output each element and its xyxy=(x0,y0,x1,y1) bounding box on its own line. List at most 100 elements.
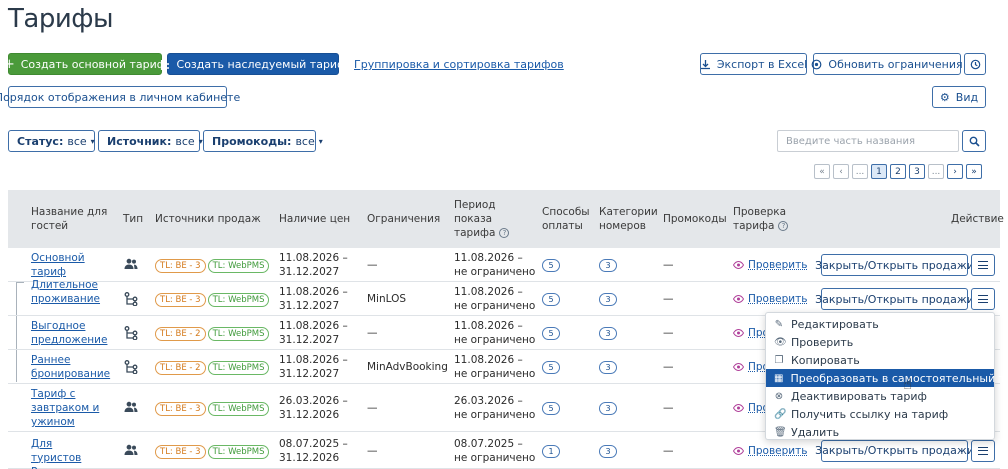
eye-icon: 👁 xyxy=(774,337,784,348)
col-check: Проверка тарифа? xyxy=(733,205,803,233)
prices-cell: 11.08.2026 – 31.12.2027 xyxy=(279,251,348,279)
prices-cell: 11.08.2026 – 31.12.2027 xyxy=(279,285,348,313)
promo-cell: — xyxy=(663,258,674,272)
toggle-sales-button[interactable]: Закрыть/Открыть продажи xyxy=(821,440,968,462)
check-tariff-link[interactable]: Про xyxy=(733,326,769,340)
refresh-limits-button[interactable]: Обновить ограничения xyxy=(813,53,961,75)
display-order-button[interactable]: Порядок отображения в личном кабинете xyxy=(8,86,227,108)
categories-count[interactable]: 3 xyxy=(599,292,617,306)
first-page-icon[interactable]: « xyxy=(814,164,830,179)
eye-icon xyxy=(733,261,744,269)
copy-icon: ❐ xyxy=(774,355,784,366)
tariff-name-link[interactable]: Для туристов России xyxy=(31,437,101,469)
source-filter[interactable]: Источник: все ▾ xyxy=(98,130,200,152)
tariff-name-link[interactable]: Длительное проживание xyxy=(31,278,101,306)
row-menu-button[interactable] xyxy=(971,440,995,462)
history-button[interactable] xyxy=(964,53,986,75)
pager-ellipsis: ... xyxy=(852,164,868,179)
menu-convert-standalone[interactable]: ▦ Преобразовать в самостоятельный тариф xyxy=(766,369,994,387)
check-tariff-link[interactable]: Проверить xyxy=(733,258,807,272)
tariff-name-link[interactable]: Тариф с завтраком и ужином xyxy=(31,387,101,429)
page-2[interactable]: 2 xyxy=(890,164,906,179)
prices-cell: 11.08.2026 – 31.12.2027 xyxy=(279,353,348,381)
menu-edit[interactable]: ✎ Редактировать xyxy=(766,315,994,333)
payment-count[interactable]: 5 xyxy=(542,258,560,272)
hierarchy-icon xyxy=(124,360,138,374)
create-inherited-tariff-button[interactable]: Создать наследуемый тариф xyxy=(167,53,339,75)
menu-delete[interactable]: 🗑 Удалить xyxy=(766,423,994,441)
promo-filter[interactable]: Промокоды: все ▾ xyxy=(203,130,316,152)
link-icon: 🔗 xyxy=(774,409,784,420)
tariff-name-link[interactable]: Выгодное предложение xyxy=(31,319,101,347)
categories-count[interactable]: 3 xyxy=(599,444,617,458)
next-page-icon[interactable]: › xyxy=(947,164,963,179)
table-header: Название для гостей Тип Источники продаж… xyxy=(8,190,1000,248)
menu-get-link[interactable]: 🔗 Получить ссылку на тариф xyxy=(766,405,994,423)
create-main-tariff-button[interactable]: + Создать основной тариф xyxy=(8,53,162,75)
payment-count[interactable]: 5 xyxy=(542,326,560,340)
check-tariff-link[interactable]: Про xyxy=(733,401,769,415)
source-badge-webpms: TL: WebPMS xyxy=(208,361,270,375)
source-badge-webpms: TL: WebPMS xyxy=(208,445,270,459)
col-sources: Источники продаж xyxy=(155,212,261,226)
check-tariff-link[interactable]: Проверить xyxy=(733,292,807,306)
source-badge-webpms: TL: WebPMS xyxy=(208,293,270,307)
promo-cell: — xyxy=(663,292,674,306)
categories-count[interactable]: 3 xyxy=(599,258,617,272)
eye-icon xyxy=(733,295,744,303)
limits-cell: — xyxy=(367,444,378,458)
toggle-sales-button[interactable]: Закрыть/Открыть продажи xyxy=(821,288,968,310)
check-tariff-link[interactable]: Про xyxy=(733,360,769,374)
menu-icon xyxy=(978,295,988,303)
users-icon xyxy=(124,401,138,413)
col-prices: Наличие цен xyxy=(279,212,350,226)
gear-icon: ⚙ xyxy=(940,91,950,104)
payment-count[interactable]: 5 xyxy=(542,292,560,306)
categories-count[interactable]: 3 xyxy=(599,401,617,415)
last-page-icon[interactable]: » xyxy=(966,164,982,179)
status-filter[interactable]: Статус: все ▾ xyxy=(8,130,95,152)
source-badge-be: TL: BE - 2 xyxy=(155,327,206,341)
export-excel-button[interactable]: Экспорт в Excel xyxy=(700,53,807,75)
period-cell: 11.08.2026 – не ограничено xyxy=(454,319,535,347)
search-button[interactable] xyxy=(962,130,986,152)
eye-icon xyxy=(733,363,744,371)
menu-check[interactable]: 👁 Проверить xyxy=(766,333,994,351)
search-icon xyxy=(969,136,980,147)
users-icon xyxy=(124,258,138,270)
view-button[interactable]: ⚙ Вид xyxy=(932,86,986,108)
pager-ellipsis: ... xyxy=(928,164,944,179)
help-icon[interactable]: ? xyxy=(778,221,788,231)
chevron-down-icon: ▾ xyxy=(319,137,323,146)
prev-page-icon[interactable]: ‹ xyxy=(833,164,849,179)
table-row: Длительное проживание TL: BE - 3 TL: WebP… xyxy=(8,282,1000,316)
help-icon[interactable]: ? xyxy=(499,228,509,238)
menu-copy[interactable]: ❐ Копировать xyxy=(766,351,994,369)
search-input[interactable] xyxy=(777,130,959,152)
row-menu-button[interactable] xyxy=(971,288,995,310)
categories-count[interactable]: 3 xyxy=(599,360,617,374)
page-1[interactable]: 1 xyxy=(871,164,887,179)
tariff-name-link[interactable]: Основной тариф xyxy=(31,251,101,279)
download-icon xyxy=(700,59,711,70)
limits-cell: MinAdvBooking xyxy=(367,360,448,374)
cancel-circle-icon: ⊗ xyxy=(774,391,784,402)
sources-cell: TL: BE - 2 TL: WebPMS xyxy=(155,326,271,341)
toggle-sales-button[interactable]: Закрыть/Открыть продажи xyxy=(821,254,968,276)
grouping-sorting-link[interactable]: Группировка и сортировка тарифов xyxy=(354,58,564,71)
check-tariff-link[interactable]: Проверить xyxy=(733,444,807,458)
menu-deactivate[interactable]: ⊗ Деактивировать тариф xyxy=(766,387,994,405)
promo-cell: — xyxy=(663,360,674,374)
col-payment: Способы оплаты xyxy=(542,205,592,233)
payment-count[interactable]: 5 xyxy=(542,401,560,415)
row-menu-button[interactable] xyxy=(971,254,995,276)
tariff-name-link[interactable]: Раннее бронирование xyxy=(31,353,101,381)
period-cell: 26.03.2026 – не ограничено xyxy=(454,394,535,422)
payment-count[interactable]: 1 xyxy=(542,444,560,458)
trash-icon: 🗑 xyxy=(774,427,784,438)
pencil-icon: ✎ xyxy=(774,319,784,330)
page-3[interactable]: 3 xyxy=(909,164,925,179)
payment-count[interactable]: 5 xyxy=(542,360,560,374)
categories-count[interactable]: 3 xyxy=(599,326,617,340)
eye-icon xyxy=(733,447,744,455)
